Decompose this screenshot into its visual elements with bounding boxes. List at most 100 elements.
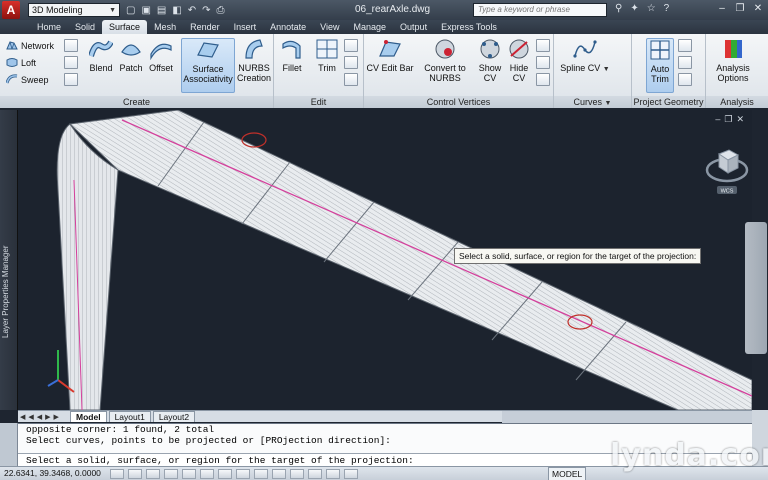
horizontal-scrollbar[interactable] xyxy=(502,411,752,423)
lineweight-toggle[interactable] xyxy=(290,469,304,479)
maximize-icon[interactable]: ❐ xyxy=(732,2,748,16)
spline-cv-icon xyxy=(573,40,597,58)
osnap-toggle[interactable] xyxy=(200,469,214,479)
cv-small-button-2[interactable] xyxy=(536,56,550,69)
trim-label: Trim xyxy=(318,63,336,73)
polar-toggle[interactable] xyxy=(182,469,196,479)
cv-edit-bar-button[interactable]: CV Edit Bar xyxy=(366,38,414,73)
fillet-button[interactable]: Fillet xyxy=(276,38,308,73)
chevron-down-icon: ▼ xyxy=(109,7,116,14)
project-ucs-button[interactable] xyxy=(678,39,692,52)
edit-small-button-3[interactable] xyxy=(344,73,358,86)
search-input[interactable]: Type a keyword or phrase xyxy=(473,3,607,17)
tab-manage[interactable]: Manage xyxy=(347,20,394,34)
panel-project-geometry: Auto Trim Project Geometry xyxy=(632,34,706,108)
document-title: 06_rearAxle.dwg xyxy=(355,4,431,15)
workspace-select[interactable]: 3D Modeling ▼ xyxy=(28,3,120,17)
patch-button[interactable]: Patch xyxy=(116,38,146,73)
patch-icon xyxy=(121,44,141,56)
infocenter-icons[interactable]: ⚲✦☆? xyxy=(615,3,677,14)
selection-cycling-toggle[interactable] xyxy=(344,469,358,479)
hide-cv-icon xyxy=(509,39,529,59)
offset-label: Offset xyxy=(149,63,173,73)
offset-button[interactable]: Offset xyxy=(146,38,176,73)
viewcube[interactable]: WCS xyxy=(704,140,750,196)
fillet-label: Fillet xyxy=(282,63,302,73)
quick-access-toolbar[interactable]: ▢▣▤◧↶↷⎙ xyxy=(126,5,231,16)
close-icon[interactable]: ✕ xyxy=(750,2,766,16)
spline-cv-button[interactable]: Spline CV ▼ xyxy=(560,38,610,75)
application-menu-button[interactable]: A xyxy=(2,1,20,19)
layer-properties-manager-label[interactable]: Layer Properties Manager xyxy=(1,246,10,339)
tab-solid[interactable]: Solid xyxy=(68,20,102,34)
surface-associativity-button[interactable]: Surface Associativity xyxy=(181,38,235,93)
transparency-toggle[interactable] xyxy=(308,469,322,479)
tab-view[interactable]: View xyxy=(313,20,346,34)
command-window-handle[interactable] xyxy=(0,423,18,466)
grid-toggle[interactable] xyxy=(146,469,160,479)
analysis-options-button[interactable]: Analysis Options xyxy=(710,38,756,83)
tab-mesh[interactable]: Mesh xyxy=(147,20,183,34)
edit-small-button-1[interactable] xyxy=(344,39,358,52)
blend-icon xyxy=(89,40,113,57)
ducs-toggle[interactable] xyxy=(254,469,268,479)
panel-edit: Fillet Trim Edit xyxy=(274,34,364,108)
ribbon: Network Loft Sweep Blend Patch Offset Su… xyxy=(0,34,768,108)
dyn-toggle[interactable] xyxy=(272,469,286,479)
edit-small-button-2[interactable] xyxy=(344,56,358,69)
viewport-controls[interactable]: –❐✕ xyxy=(715,114,748,125)
show-cv-button[interactable]: Show CV xyxy=(476,38,504,83)
minimize-icon[interactable]: – xyxy=(714,2,730,16)
fillet-icon xyxy=(282,40,301,59)
navigation-bar[interactable] xyxy=(745,222,767,354)
sweep-button[interactable]: Sweep xyxy=(6,74,49,85)
quick-properties-toggle[interactable] xyxy=(326,469,340,479)
tab-express-tools[interactable]: Express Tools xyxy=(434,20,504,34)
hide-cv-button[interactable]: Hide CV xyxy=(505,38,533,83)
planar-small-button[interactable] xyxy=(64,73,78,86)
trim-button[interactable]: Trim xyxy=(312,38,342,73)
workspace-label: 3D Modeling xyxy=(32,5,83,15)
tab-layout2[interactable]: Layout2 xyxy=(152,411,196,422)
show-cv-icon xyxy=(480,39,500,59)
tab-output[interactable]: Output xyxy=(393,20,434,34)
tab-home[interactable]: Home xyxy=(30,20,68,34)
ortho-toggle[interactable] xyxy=(164,469,178,479)
loft-button[interactable]: Loft xyxy=(6,57,36,68)
project-view-button[interactable] xyxy=(678,56,692,69)
project-vector-button[interactable] xyxy=(678,73,692,86)
coordinate-readout[interactable]: 22.6341, 39.3468, 0.0000 xyxy=(4,467,101,480)
surface-associativity-label-2: Associativity xyxy=(183,74,233,84)
nurbs-creation-button[interactable]: NURBS Creation xyxy=(236,38,272,83)
tab-model[interactable]: Model xyxy=(70,411,107,422)
network-button[interactable]: Network xyxy=(6,40,54,51)
layout-nav-arrows[interactable]: ◀◀◀▶▶ xyxy=(18,413,70,421)
snap-toggle[interactable] xyxy=(128,469,142,479)
revolve-small-button[interactable] xyxy=(64,56,78,69)
ribbon-tabs: Home Solid Surface Mesh Render Insert An… xyxy=(0,20,768,34)
tab-insert[interactable]: Insert xyxy=(227,20,264,34)
tab-surface[interactable]: Surface xyxy=(102,20,148,34)
extrude-small-button[interactable] xyxy=(64,39,78,52)
autocad-window: { "titlebar": { "workspace": "3D Modelin… xyxy=(0,0,768,480)
panel-analysis-title: Analysis xyxy=(706,96,768,108)
otrack-toggle[interactable] xyxy=(236,469,250,479)
tab-render[interactable]: Render xyxy=(183,20,227,34)
convert-to-nurbs-button[interactable]: Convert to NURBS xyxy=(420,38,470,83)
model-space-button[interactable]: MODEL xyxy=(548,467,587,480)
3d-osnap-toggle[interactable] xyxy=(218,469,232,479)
hide-cv-label-1: Hide xyxy=(509,63,529,73)
panel-control-vertices-title: Control Vertices xyxy=(364,96,553,108)
blend-button[interactable]: Blend xyxy=(86,38,116,73)
auto-trim-label-1: Auto xyxy=(650,64,670,74)
auto-trim-button[interactable]: Auto Trim xyxy=(646,38,674,93)
sweep-label: Sweep xyxy=(21,74,49,85)
tab-annotate[interactable]: Annotate xyxy=(263,20,313,34)
loft-label: Loft xyxy=(21,57,37,68)
tab-layout1[interactable]: Layout1 xyxy=(108,411,151,422)
infer-constraints-toggle[interactable] xyxy=(110,469,124,479)
show-cv-label-2: CV xyxy=(483,73,497,83)
cv-small-button-3[interactable] xyxy=(536,73,550,86)
surface-associativity-icon xyxy=(197,42,219,58)
cv-small-button-1[interactable] xyxy=(536,39,550,52)
